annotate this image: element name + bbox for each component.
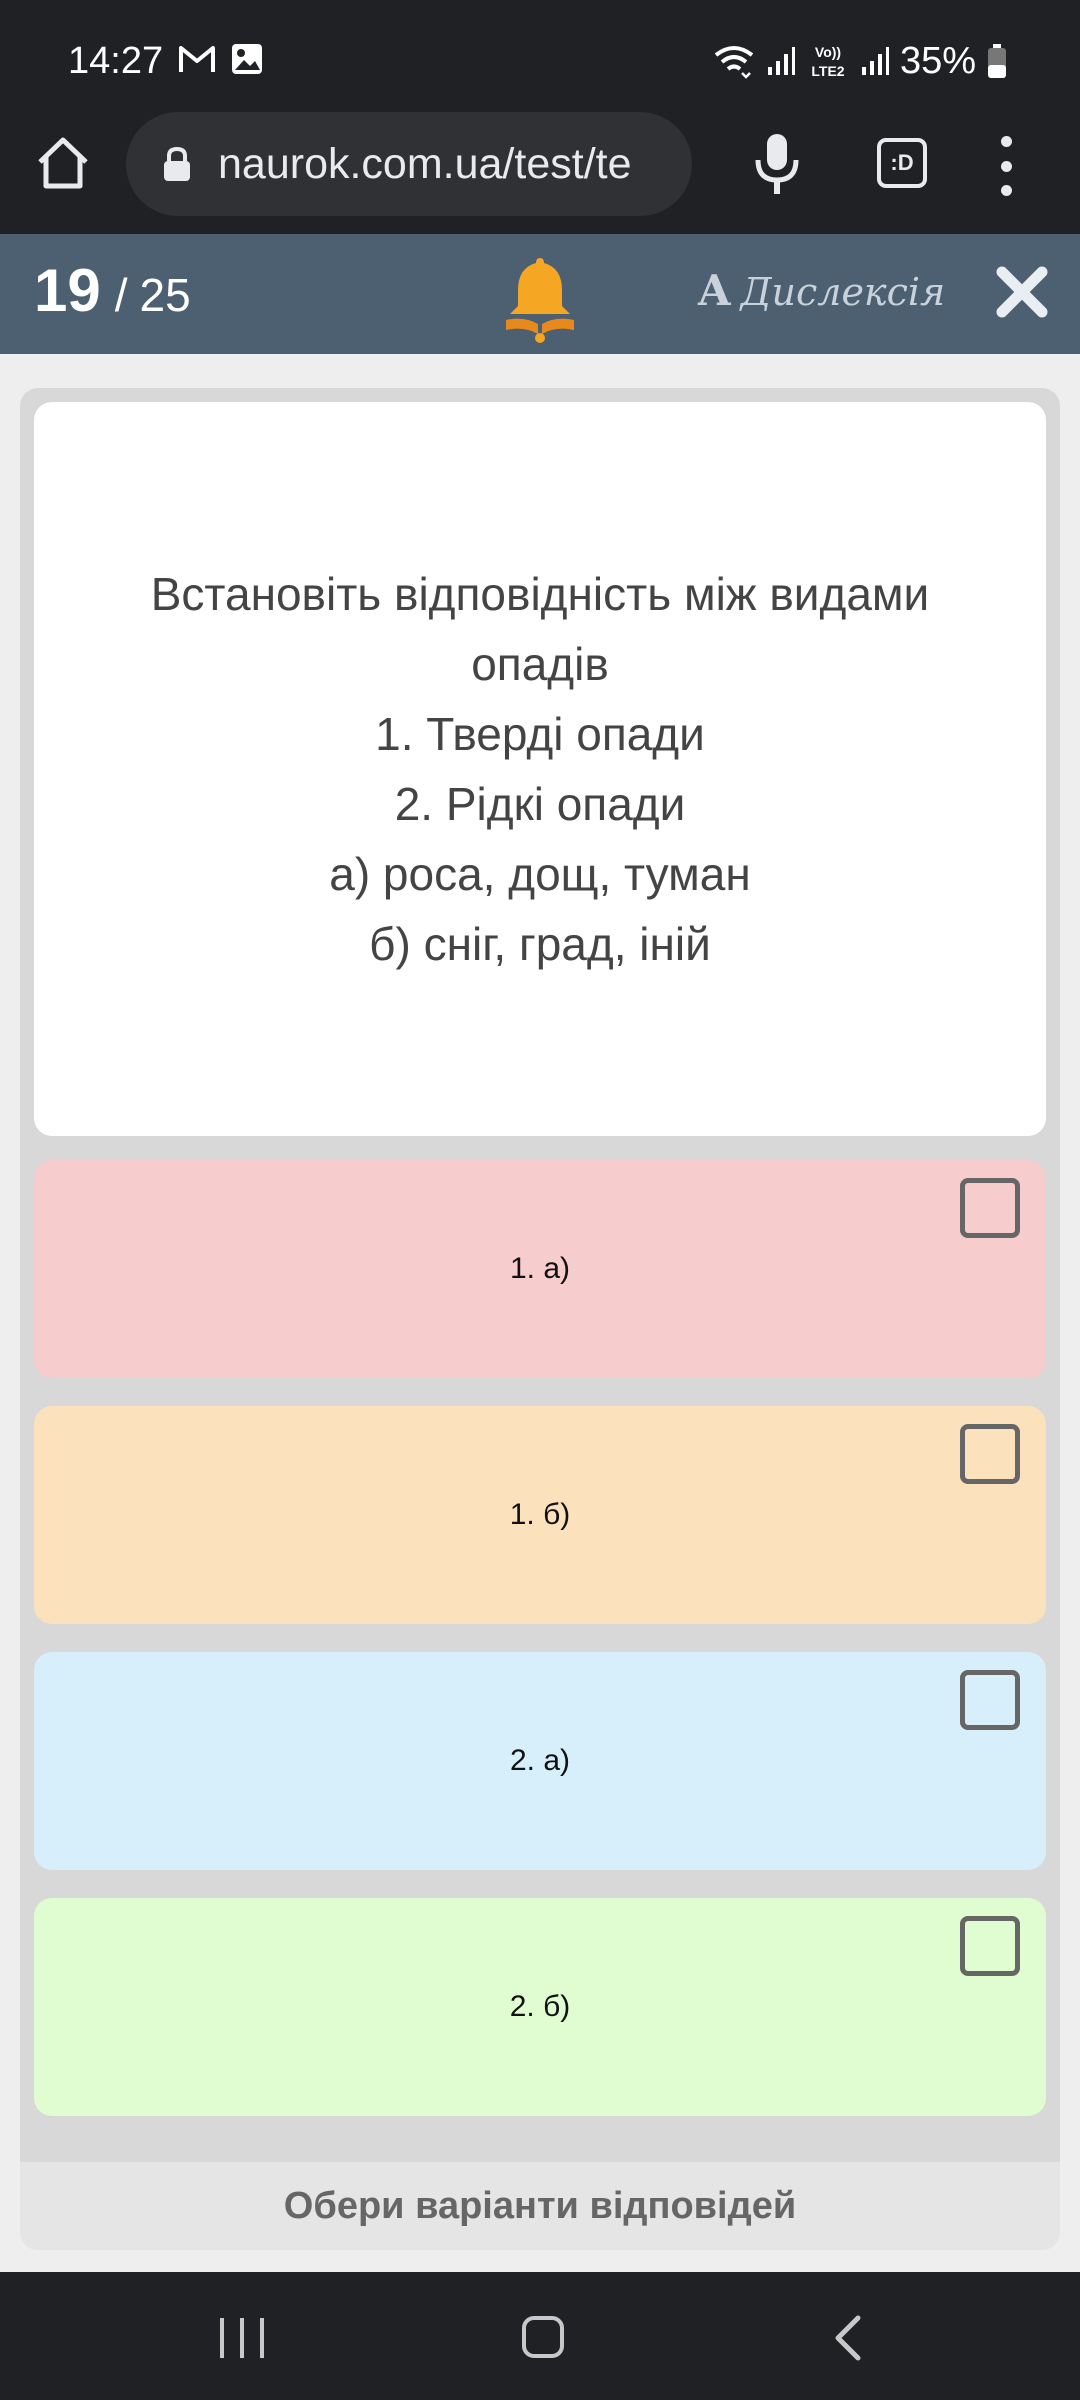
status-notification-icons (178, 42, 264, 76)
gmail-icon (179, 46, 215, 72)
quiz-header: 19 / 25 A Дислексія (0, 234, 1080, 354)
answer-checkbox[interactable] (960, 1424, 1020, 1484)
question-card: Встановіть відповідність між видами опад… (34, 402, 1046, 1136)
status-system-icons: Vo)) LTE2 35% (712, 38, 1008, 84)
volte-icon: Vo)) LTE2 (811, 44, 844, 79)
answer-option-label: 1. б) (509, 1498, 571, 1531)
signal-icon (861, 47, 889, 75)
dyslexia-toggle[interactable]: A Дислексія (698, 266, 945, 315)
answer-option-label: 1. а) (509, 1252, 571, 1285)
answer-option-2[interactable]: 1. б) (34, 1406, 1046, 1624)
question-line: а) роса, дощ, туман (329, 848, 751, 900)
close-icon[interactable] (994, 264, 1050, 320)
question-line: 2. Рідкі опади (394, 778, 686, 830)
status-time: 14:27 (68, 40, 164, 82)
status-bar: 14:27 Vo)) LTE2 35% (0, 0, 1080, 112)
svg-text:Vo)): Vo)) (815, 44, 841, 60)
system-nav-bar (0, 2272, 1080, 2400)
battery-percent: 35% (899, 40, 976, 82)
lock-icon (164, 146, 190, 181)
battery-icon (988, 44, 1006, 78)
url-text: naurok.com.ua/test/te (218, 139, 632, 188)
address-bar[interactable]: naurok.com.ua/test/te (126, 112, 692, 216)
answer-option-3[interactable]: 2. а) (34, 1652, 1046, 1870)
back-icon[interactable] (828, 2314, 868, 2362)
microphone-icon[interactable] (752, 132, 802, 196)
answer-option-1[interactable]: 1. а) (34, 1160, 1046, 1378)
submit-hint-bar[interactable]: Обери варіанти відповідей (20, 2162, 1060, 2250)
signal-icon (767, 47, 795, 75)
answer-checkbox[interactable] (960, 1670, 1020, 1730)
question-line: б) сніг, град, іній (369, 918, 711, 970)
answer-checkbox[interactable] (960, 1178, 1020, 1238)
home-nav-icon[interactable] (522, 2316, 564, 2358)
answer-checkbox[interactable] (960, 1916, 1020, 1976)
question-counter: 19 / 25 (34, 256, 191, 325)
tab-switcher-button[interactable]: :D (877, 138, 927, 188)
browser-toolbar: naurok.com.ua/test/te :D (0, 112, 1080, 234)
question-line: 1. Тверді опади (375, 708, 705, 760)
quiz-content: Встановіть відповідність між видами опад… (0, 354, 1080, 2272)
counter-separator: / (114, 269, 128, 321)
total-questions: 25 (139, 269, 191, 321)
bell-icon (506, 258, 574, 343)
svg-text:LTE2: LTE2 (811, 63, 844, 79)
answer-option-label: 2. б) (509, 1990, 571, 2023)
submit-hint-text: Обери варіанти відповідей (283, 2184, 797, 2227)
recent-apps-icon[interactable] (220, 2318, 264, 2358)
question-line: опадів (471, 638, 609, 690)
answer-option-label: 2. а) (509, 1744, 571, 1777)
question-line: Встановіть відповідність між видами (150, 568, 930, 620)
current-question-number: 19 (34, 257, 101, 324)
image-icon (232, 44, 262, 74)
home-icon[interactable] (34, 134, 92, 192)
dyslexia-glyph: A (698, 266, 731, 315)
more-menu-icon[interactable] (996, 136, 1016, 196)
wifi-icon (714, 46, 754, 79)
answer-option-4[interactable]: 2. б) (34, 1898, 1046, 2116)
question-panel: Встановіть відповідність між видами опад… (20, 388, 1060, 2250)
dyslexia-label: Дислексія (740, 270, 946, 314)
